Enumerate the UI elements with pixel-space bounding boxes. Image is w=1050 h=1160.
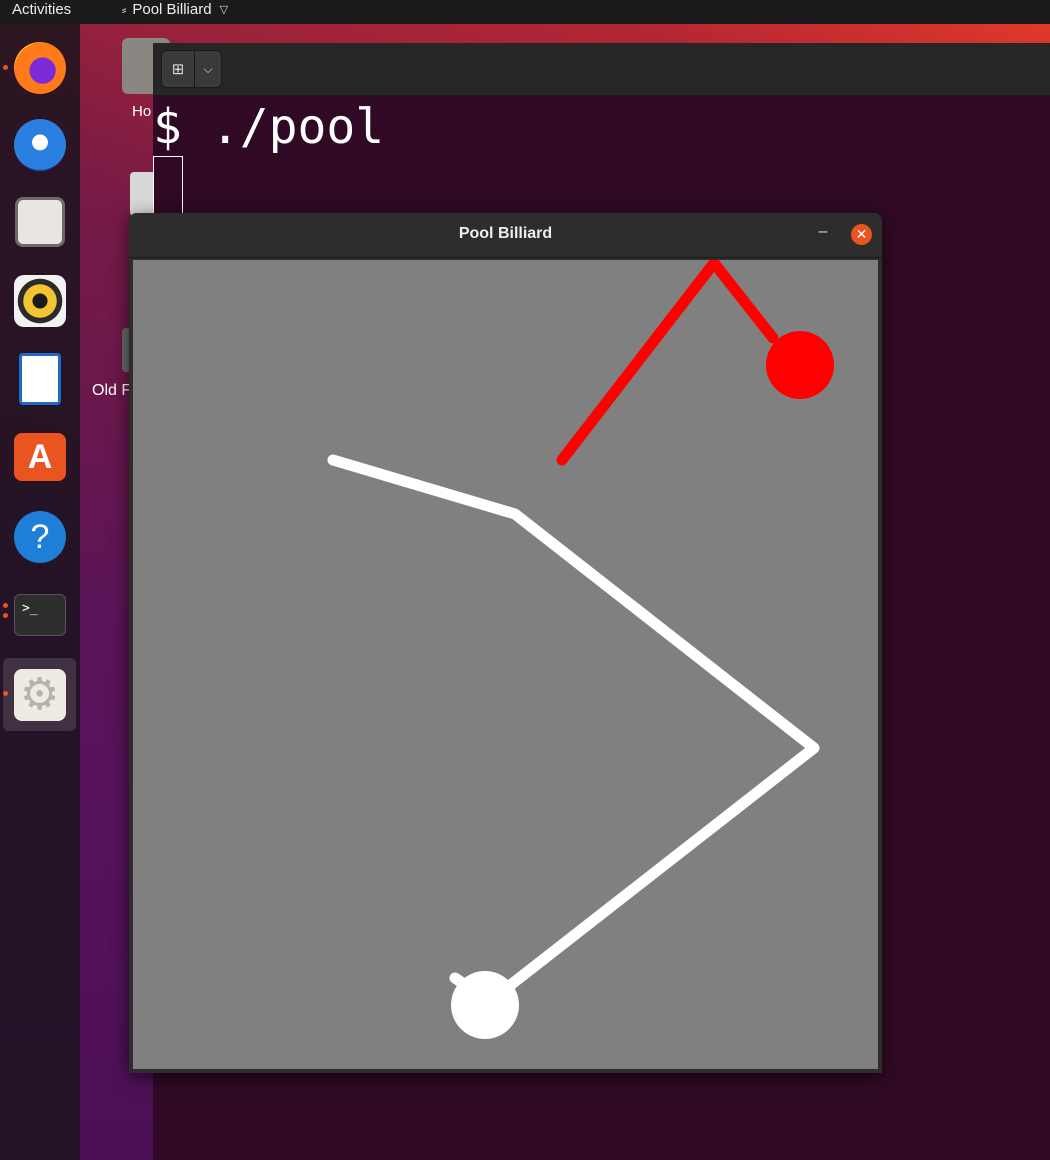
terminal-command: $ ./pool — [153, 99, 385, 155]
dock-item-thunderbird[interactable] — [8, 113, 72, 177]
thunderbird-icon — [14, 119, 66, 171]
files-icon — [15, 197, 65, 247]
running-indicator — [3, 603, 8, 608]
running-indicator — [3, 691, 8, 696]
chevron-down-icon: ▽ — [219, 4, 229, 16]
dock: A ? >_ ⚙ — [0, 24, 80, 1160]
help-icon: ? — [14, 511, 66, 563]
cue-ball — [451, 971, 519, 1039]
top-bar: Activities ⸗ Pool Billiard ▽ — [0, 0, 1050, 24]
dock-item-help[interactable]: ? — [8, 505, 72, 569]
close-button[interactable]: ✕ — [851, 224, 872, 245]
software-store-icon: A — [14, 433, 66, 481]
minimize-button[interactable]: – — [815, 223, 831, 245]
dock-item-software[interactable]: A — [8, 425, 72, 489]
terminal-cursor — [153, 156, 183, 216]
pool-window-titlebar[interactable]: Pool Billiard – ✕ — [129, 213, 882, 258]
chevron-down-icon[interactable]: ⌵ — [194, 51, 221, 87]
window-title: Pool Billiard — [458, 225, 553, 242]
cue-stub — [449, 972, 467, 988]
firefox-icon — [14, 42, 66, 94]
dock-item-rhythmbox[interactable] — [8, 269, 72, 333]
home-folder-label[interactable]: Ho — [132, 103, 151, 120]
target-ball — [766, 331, 834, 399]
pool-table-drawing — [327, 260, 834, 1039]
rhythmbox-icon — [14, 275, 66, 327]
running-indicator — [3, 65, 8, 70]
dock-item-terminal[interactable]: >_ — [8, 583, 72, 647]
terminal-icon: >_ — [14, 594, 66, 636]
app-menu[interactable]: ⸗ Pool Billiard ▽ — [122, 1, 228, 18]
pool-billiard-window[interactable]: Pool Billiard – ✕ — [129, 213, 882, 1073]
app-menu-label: Pool Billiard — [132, 1, 212, 18]
target-ball-trajectory — [556, 260, 779, 466]
dock-item-firefox[interactable] — [8, 36, 72, 100]
dock-item-files[interactable] — [8, 190, 72, 254]
terminal-header-bar: ⊞ ⌵ — [153, 43, 1050, 96]
new-tab-icon[interactable]: ⊞ — [162, 51, 194, 87]
scatter-icon: ⸗ — [122, 2, 127, 17]
gear-icon: ⚙ — [13, 668, 66, 721]
dock-item-writer[interactable] — [8, 347, 72, 411]
activities-button[interactable]: Activities — [12, 1, 71, 18]
old-folder-label[interactable]: Old F — [92, 382, 131, 400]
running-indicator — [3, 613, 8, 618]
cue-ball-trajectory — [327, 454, 820, 1011]
dock-item-pool-billiard[interactable]: ⚙ — [3, 658, 76, 731]
terminal-tab-controls: ⊞ ⌵ — [161, 50, 222, 88]
writer-icon — [19, 353, 61, 405]
pool-table-canvas[interactable] — [133, 260, 878, 1069]
